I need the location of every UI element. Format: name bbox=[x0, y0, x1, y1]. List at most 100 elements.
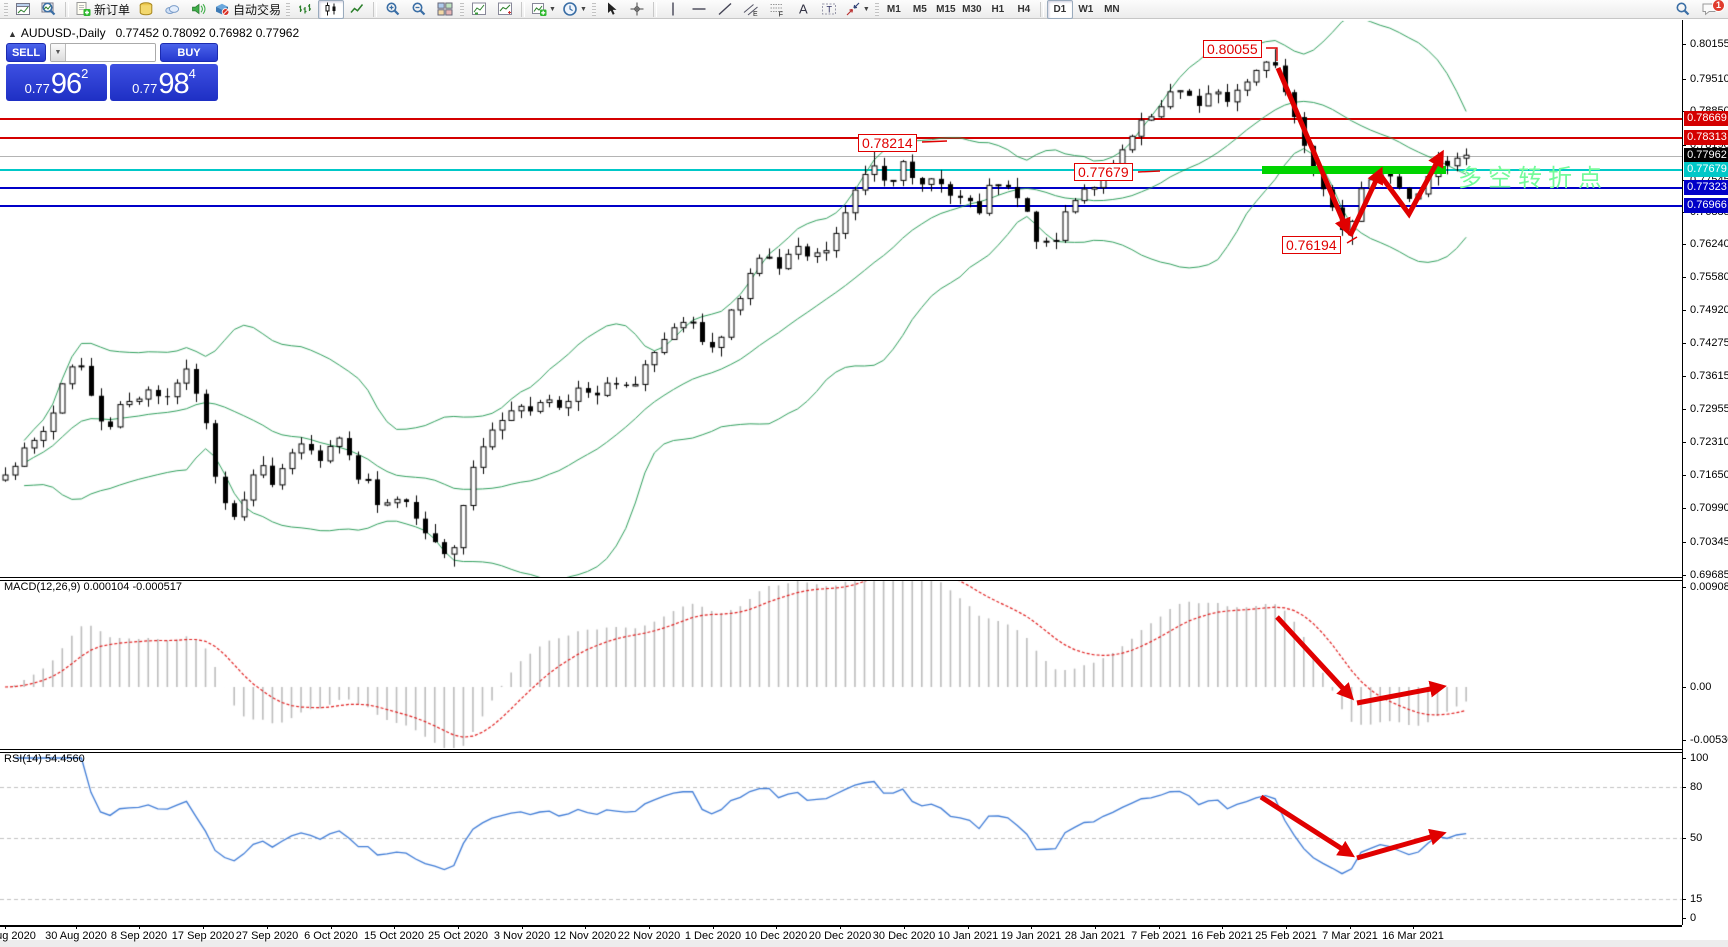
timeframe-mn-button[interactable]: MN bbox=[1099, 0, 1125, 19]
svg-text:T: T bbox=[826, 5, 832, 15]
toolbar-grip[interactable] bbox=[4, 3, 8, 16]
date-label: 10 Jan 2021 bbox=[938, 930, 999, 942]
autotrading-button[interactable]: 自动交易 bbox=[211, 0, 284, 19]
price-axis-tick-mark bbox=[1682, 244, 1686, 245]
arrows-tool-icon bbox=[845, 1, 861, 17]
date-tick bbox=[331, 925, 332, 929]
buy-price-button[interactable]: 0.77 98 4 bbox=[110, 64, 218, 101]
price-axis-tick-mark bbox=[1682, 475, 1686, 476]
timeframe-h4-button[interactable]: H4 bbox=[1011, 0, 1037, 19]
arrows-tool-icon[interactable]: ▼ bbox=[842, 0, 873, 19]
sell-price-button[interactable]: 0.77 96 2 bbox=[6, 64, 107, 101]
sell-button[interactable]: SELL bbox=[6, 43, 46, 62]
new-order-button[interactable]: 新订单 bbox=[72, 0, 133, 19]
horizontal-line-icon bbox=[691, 1, 707, 17]
macd-axis-tick-label: -0.005306 bbox=[1690, 734, 1728, 746]
ohlc-quotes: 0.77452 0.78092 0.76982 0.77962 bbox=[116, 26, 300, 40]
price-badge-0.77962: 0.77962 bbox=[1684, 148, 1728, 163]
volume-decrease-button[interactable]: ▼ bbox=[51, 44, 66, 61]
zoom-out-icon[interactable] bbox=[406, 0, 432, 19]
date-tick bbox=[1095, 925, 1096, 929]
toolbar-grip[interactable] bbox=[460, 3, 464, 16]
callout-leader-line bbox=[922, 141, 947, 142]
price-axis-tick-mark bbox=[1682, 277, 1686, 278]
history-center-icon bbox=[138, 1, 154, 17]
timeframe-d1-button[interactable]: D1 bbox=[1047, 0, 1073, 19]
vertical-line-icon[interactable] bbox=[660, 0, 686, 19]
chart-window-icon[interactable] bbox=[10, 0, 36, 19]
tile-windows-icon bbox=[437, 1, 453, 17]
chart-profile-icon bbox=[41, 1, 57, 17]
chart-profile-icon[interactable] bbox=[36, 0, 62, 19]
price-axis-tick-label: 0.69685 bbox=[1690, 569, 1728, 581]
auto-scroll-icon[interactable] bbox=[466, 0, 492, 19]
price-axis-tick-label: 0.73615 bbox=[1690, 370, 1728, 382]
line-chart-icon[interactable] bbox=[344, 0, 370, 19]
tile-windows-icon[interactable] bbox=[432, 0, 458, 19]
price-line-0.78669 bbox=[0, 118, 1682, 120]
date-label: 12 Nov 2020 bbox=[554, 930, 616, 942]
trend-arrow bbox=[1277, 617, 1350, 696]
toolbar-grip[interactable] bbox=[592, 3, 596, 16]
signals-icon[interactable] bbox=[185, 0, 211, 19]
date-label: 25 Feb 2021 bbox=[1255, 930, 1317, 942]
news-icon[interactable] bbox=[159, 0, 185, 19]
equidistant-channel-icon[interactable]: E bbox=[738, 0, 764, 19]
timeframe-m5-button[interactable]: M5 bbox=[907, 0, 933, 19]
date-tick bbox=[585, 925, 586, 929]
date-tick bbox=[1222, 925, 1223, 929]
new-order-icon bbox=[75, 1, 91, 17]
timeframe-label: M5 bbox=[913, 4, 927, 15]
add-indicator-button[interactable]: ▼ bbox=[528, 0, 559, 19]
price-axis-tick-label: 0.74920 bbox=[1690, 304, 1728, 316]
timeframe-label: D1 bbox=[1053, 4, 1066, 15]
price-badge-0.78669: 0.78669 bbox=[1684, 111, 1728, 126]
volume-input[interactable] bbox=[66, 44, 156, 61]
toolbar-grip[interactable] bbox=[286, 3, 290, 16]
chart-title: ▲AUDUSD-,Daily0.77452 0.78092 0.76982 0.… bbox=[8, 26, 299, 40]
timeframe-m15-button[interactable]: M15 bbox=[933, 0, 959, 19]
rsi-separator[interactable] bbox=[0, 749, 1682, 750]
cursor-icon[interactable] bbox=[598, 0, 624, 19]
price-axis-tick-mark bbox=[1682, 79, 1686, 80]
periods-icon bbox=[562, 1, 578, 17]
zoom-in-icon[interactable] bbox=[380, 0, 406, 19]
text-tool-icon[interactable]: A bbox=[790, 0, 816, 19]
rsi-axis-tick-label: 15 bbox=[1690, 893, 1702, 905]
chart-shift-icon[interactable] bbox=[492, 0, 518, 19]
horizontal-line-icon[interactable] bbox=[686, 0, 712, 19]
timeframe-m30-button[interactable]: M30 bbox=[959, 0, 985, 19]
timeframe-m1-button[interactable]: M1 bbox=[881, 0, 907, 19]
date-tick bbox=[139, 925, 140, 929]
toolbar-separator bbox=[521, 2, 525, 17]
notifications-icon[interactable]: 1 bbox=[1696, 0, 1722, 19]
toolbar-grip[interactable] bbox=[875, 3, 879, 16]
timeframe-h1-button[interactable]: H1 bbox=[985, 0, 1011, 19]
price-axis-tick-label: 0.80155 bbox=[1690, 38, 1728, 50]
bar-chart-icon[interactable] bbox=[292, 0, 318, 19]
periods-button[interactable]: ▼ bbox=[559, 0, 590, 19]
label-tool-icon[interactable]: T bbox=[816, 0, 842, 19]
zoom-out-icon bbox=[411, 1, 427, 17]
search-icon[interactable] bbox=[1670, 0, 1696, 19]
price-axis-tick-label: 0.70345 bbox=[1690, 536, 1728, 548]
crosshair-icon[interactable] bbox=[624, 0, 650, 19]
line-chart-icon bbox=[349, 1, 365, 17]
timeframe-w1-button[interactable]: W1 bbox=[1073, 0, 1099, 19]
macd-separator[interactable] bbox=[0, 577, 1682, 578]
trendline-icon[interactable] bbox=[712, 0, 738, 19]
history-center-icon[interactable] bbox=[133, 0, 159, 19]
macd-axis-tick-mark bbox=[1682, 587, 1686, 588]
candlestick-chart-icon[interactable] bbox=[318, 0, 344, 19]
fibonacci-icon[interactable]: F bbox=[764, 0, 790, 19]
buy-button[interactable]: BUY bbox=[160, 43, 218, 62]
date-tick bbox=[5, 925, 6, 929]
date-label: 1 Dec 2020 bbox=[685, 930, 741, 942]
date-label: 30 Dec 2020 bbox=[873, 930, 935, 942]
price-line-0.77962 bbox=[0, 156, 1682, 157]
price-axis-tick-mark bbox=[1682, 376, 1686, 377]
date-tick bbox=[840, 925, 841, 929]
trend-arrow bbox=[1350, 172, 1380, 236]
dropdown-caret-icon: ▼ bbox=[549, 6, 556, 13]
date-label: 20 Aug 2020 bbox=[0, 930, 36, 942]
